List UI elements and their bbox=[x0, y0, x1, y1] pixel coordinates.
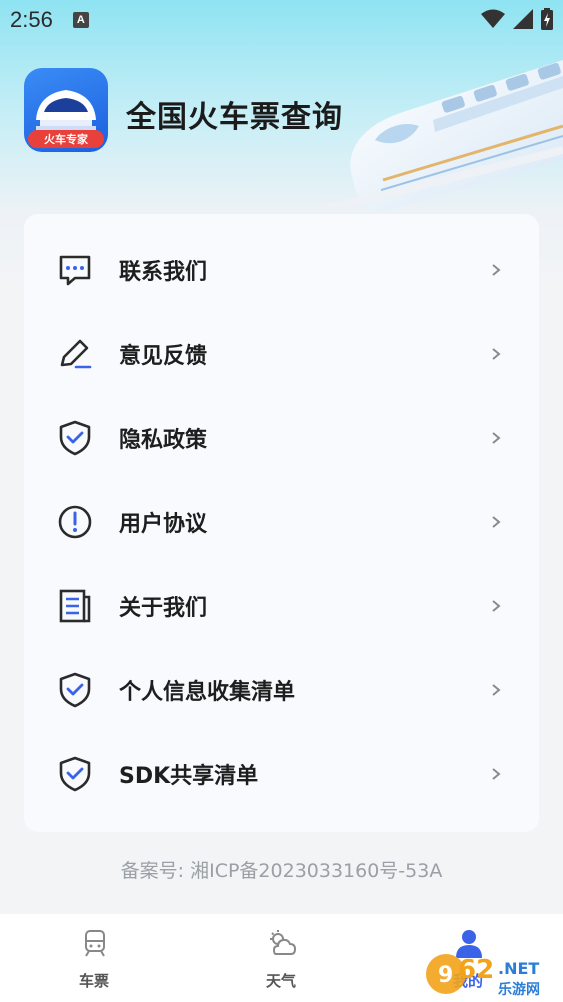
menu-item-label: 意见反馈 bbox=[119, 344, 208, 369]
menu-item-label: 用户协议 bbox=[119, 512, 208, 537]
menu-item-about-us[interactable]: 关于我们 bbox=[24, 564, 539, 648]
menu-item-sdk-sharing-list[interactable]: SDK共享清单 bbox=[24, 732, 539, 816]
chevron-right-icon bbox=[492, 432, 501, 444]
train-illustration bbox=[323, 60, 563, 214]
svg-text:.NET: .NET bbox=[498, 959, 539, 978]
tab-tickets[interactable]: 车票 bbox=[24, 914, 164, 1002]
tab-label: 天气 bbox=[265, 972, 296, 990]
signal-icon bbox=[513, 9, 533, 29]
status-bar: 2:56 A bbox=[0, 0, 563, 40]
chat-icon bbox=[59, 255, 91, 286]
notification-icon: A bbox=[72, 12, 89, 28]
svg-text:9: 9 bbox=[438, 963, 453, 988]
shield-check-icon bbox=[59, 756, 91, 792]
menu-item-feedback[interactable]: 意见反馈 bbox=[24, 312, 539, 396]
menu-card: 联系我们 意见反馈 隐私政策 用户协议 关于我们 个人信息收集清单 SDK共享清… bbox=[24, 214, 539, 832]
menu-item-user-agreement[interactable]: 用户协议 bbox=[24, 480, 539, 564]
menu-item-label: SDK共享清单 bbox=[119, 764, 259, 789]
page-title: 全国火车票查询 bbox=[126, 100, 343, 135]
icp-record-text: 备案号: 湘ICP备2023033160号-53A bbox=[120, 860, 443, 882]
chevron-right-icon bbox=[492, 348, 501, 360]
chevron-right-icon bbox=[492, 516, 501, 528]
logo-badge: 火车专家 bbox=[28, 130, 104, 148]
menu-item-label: 个人信息收集清单 bbox=[119, 680, 296, 705]
app-logo: 火车专家 bbox=[24, 68, 108, 152]
menu-item-label: 关于我们 bbox=[119, 596, 208, 621]
exclamation-circle-icon bbox=[58, 505, 92, 539]
menu-item-label: 隐私政策 bbox=[119, 428, 208, 453]
chevron-right-icon bbox=[492, 264, 501, 276]
watermark-logo: 9 62 .NET 乐游网 bbox=[426, 954, 540, 998]
status-time: 2:56 bbox=[10, 7, 53, 32]
edit-icon bbox=[60, 339, 92, 369]
wifi-icon bbox=[481, 9, 505, 28]
menu-item-privacy-policy[interactable]: 隐私政策 bbox=[24, 396, 539, 480]
chevron-right-icon bbox=[492, 684, 501, 696]
menu-item-personal-info-list[interactable]: 个人信息收集清单 bbox=[24, 648, 539, 732]
menu-item-contact-us[interactable]: 联系我们 bbox=[24, 228, 539, 312]
shield-check-icon bbox=[59, 672, 91, 708]
weather-icon bbox=[270, 930, 297, 955]
shield-check-icon bbox=[59, 420, 91, 456]
tab-label: 车票 bbox=[78, 972, 109, 990]
battery-icon bbox=[541, 8, 553, 30]
chevron-right-icon bbox=[492, 768, 501, 780]
svg-text:62: 62 bbox=[458, 955, 494, 985]
status-icons bbox=[481, 8, 553, 30]
train-icon bbox=[85, 930, 105, 957]
chevron-right-icon bbox=[492, 600, 501, 612]
svg-text:乐游网: 乐游网 bbox=[498, 981, 540, 998]
document-icon bbox=[59, 589, 91, 623]
tab-weather[interactable]: 天气 bbox=[211, 914, 351, 1002]
menu-item-label: 联系我们 bbox=[119, 260, 208, 285]
